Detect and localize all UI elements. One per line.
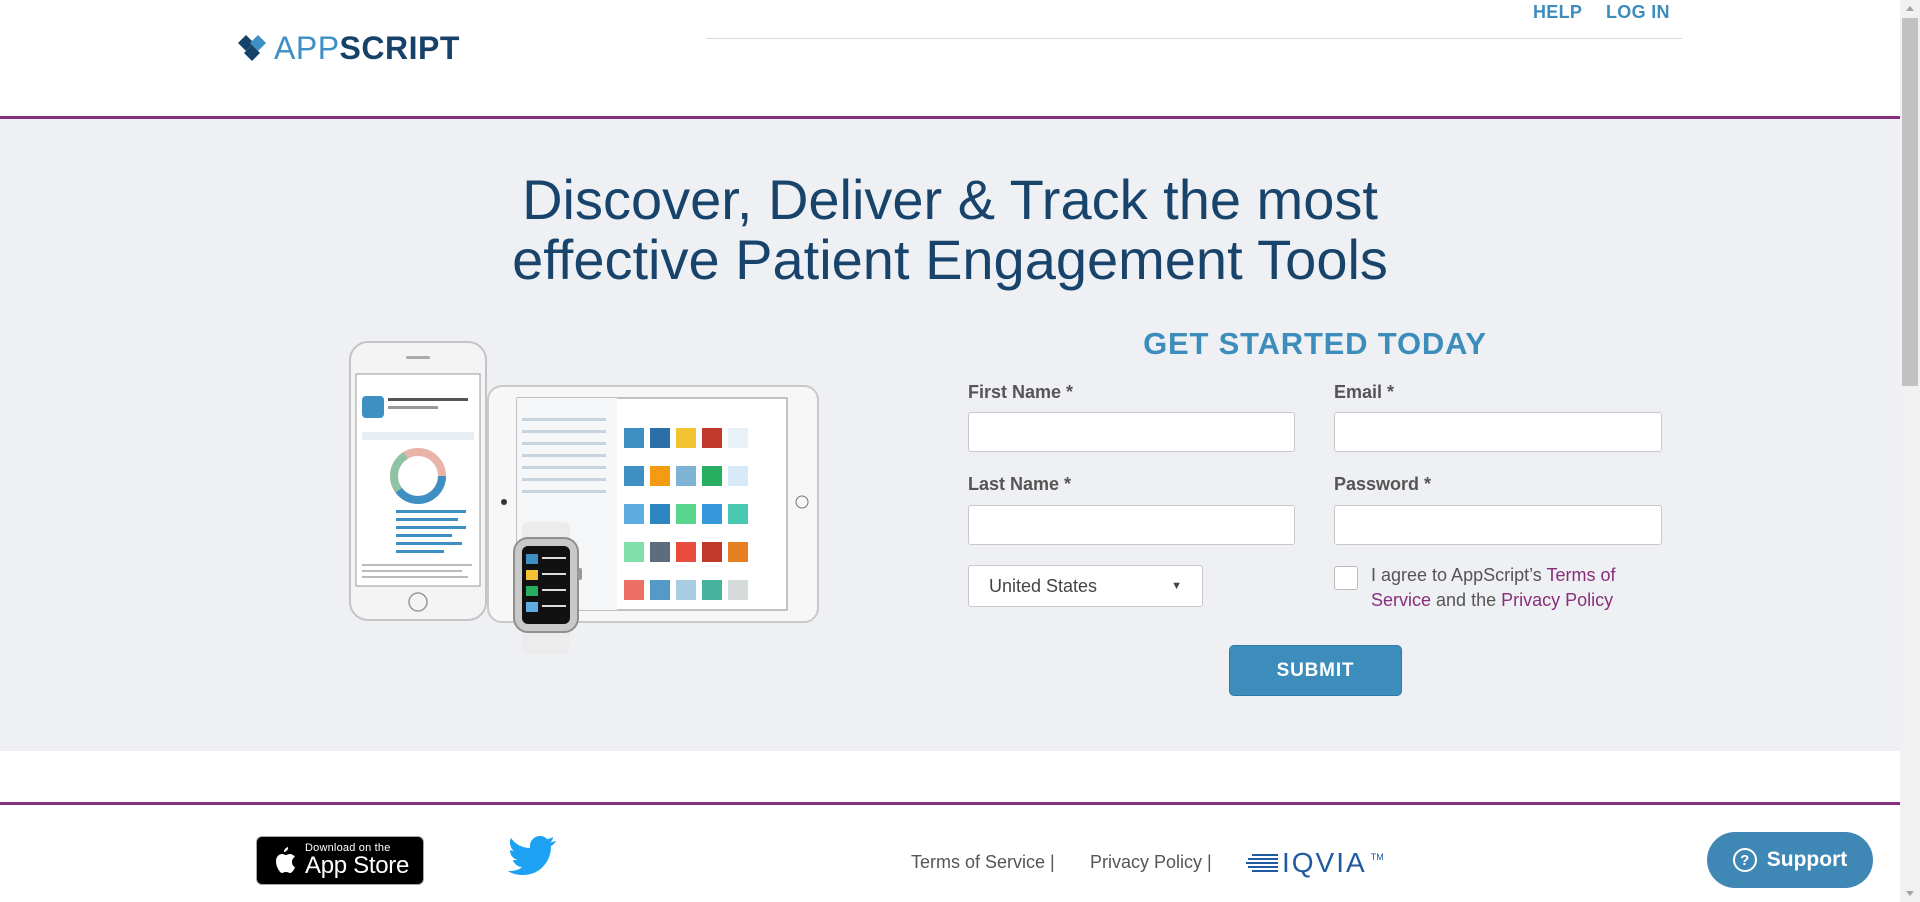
- headline-line-1: Discover, Deliver & Track the most: [522, 168, 1378, 231]
- footer-privacy-link[interactable]: Privacy Policy |: [1090, 852, 1212, 873]
- help-link[interactable]: HELP: [1533, 2, 1582, 23]
- twitter-icon[interactable]: [508, 836, 556, 876]
- logo-wordmark: APPSCRIPT: [274, 30, 460, 66]
- app-store-badge[interactable]: Download on the App Store: [256, 836, 424, 885]
- appscript-logo-icon: [238, 35, 266, 61]
- scroll-down-arrow-icon[interactable]: [1900, 885, 1920, 902]
- header-divider: [706, 38, 1682, 39]
- footer-accent-border: [0, 802, 1900, 805]
- iqvia-stripes-icon: [1246, 854, 1278, 872]
- country-selected-value: United States: [989, 575, 1098, 596]
- privacy-policy-link[interactable]: Privacy Policy: [1501, 590, 1613, 610]
- submit-button[interactable]: SUBMIT: [1229, 645, 1402, 696]
- app-store-text: Download on the App Store: [305, 842, 410, 879]
- email-input[interactable]: [1334, 412, 1662, 452]
- watch-device: [513, 522, 582, 654]
- appscript-logo[interactable]: APPSCRIPT: [236, 32, 460, 64]
- footer-terms-link[interactable]: Terms of Service |: [911, 852, 1055, 873]
- phone-device: [349, 341, 487, 621]
- last-name-label: Last Name *: [968, 474, 1072, 494]
- login-link[interactable]: LOG IN: [1606, 2, 1670, 23]
- apple-icon: [276, 846, 295, 873]
- iqvia-wordmark: IQVIA: [1282, 847, 1367, 878]
- password-input[interactable]: [1334, 505, 1662, 545]
- first-name-input[interactable]: [968, 412, 1295, 452]
- agree-middle: and the: [1431, 590, 1502, 610]
- scrollbar-thumb[interactable]: [1902, 18, 1918, 386]
- form-title: GET STARTED TODAY: [1143, 326, 1487, 361]
- support-label: Support: [1766, 848, 1848, 871]
- devices-illustration: [349, 341, 819, 654]
- hero-headline: Discover, Deliver & Track the most effec…: [450, 170, 1450, 290]
- password-label: Password *: [1334, 474, 1432, 494]
- dropdown-arrow-icon: ▼: [1171, 580, 1182, 592]
- agree-prefix: I agree to AppScript’s: [1371, 565, 1547, 585]
- iqvia-logo[interactable]: IQVIA TM: [1246, 847, 1384, 878]
- terms-agree-text: I agree to AppScript’s Terms of Service …: [1371, 563, 1671, 613]
- terms-agree-checkbox[interactable]: [1334, 566, 1358, 590]
- iqvia-trademark: TM: [1370, 852, 1384, 862]
- country-select[interactable]: United States ▼: [968, 565, 1203, 607]
- headline-line-2: effective Patient Engagement Tools: [512, 228, 1388, 291]
- scroll-up-arrow-icon[interactable]: [1900, 0, 1920, 17]
- email-label: Email *: [1334, 382, 1395, 402]
- support-button[interactable]: ? Support: [1707, 832, 1873, 888]
- last-name-input[interactable]: [968, 505, 1295, 545]
- help-question-icon: ?: [1732, 848, 1757, 872]
- first-name-label: First Name *: [968, 382, 1074, 402]
